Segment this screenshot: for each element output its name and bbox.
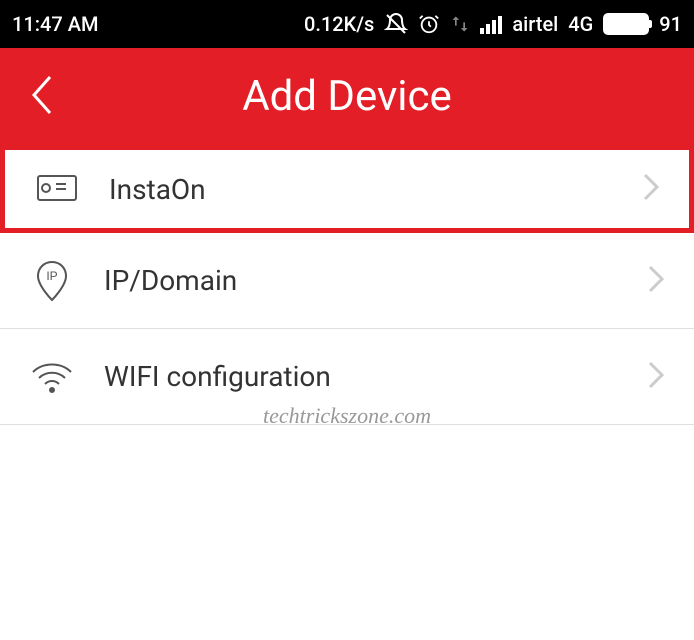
menu-label: WIFI configuration: [104, 360, 648, 393]
back-button[interactable]: [30, 73, 54, 121]
menu-item-ipdomain[interactable]: IP IP/Domain: [0, 233, 694, 329]
status-bar: 11:47 AM 0.12K/s airtel 4G 91: [0, 0, 694, 48]
chevron-right-icon: [643, 173, 659, 205]
data-speed: 0.12K/s: [304, 12, 374, 36]
status-left: 11:47 AM: [12, 12, 98, 36]
chevron-right-icon: [648, 361, 664, 393]
alarm-icon: [418, 13, 440, 35]
chevron-right-icon: [648, 265, 664, 297]
battery-percent: 91: [659, 12, 682, 36]
page-title: Add Device: [0, 72, 694, 121]
menu-item-wifi[interactable]: WIFI configuration: [0, 329, 694, 425]
ip-icon: IP: [30, 261, 74, 301]
menu-list: InstaOn IP IP/Domain: [0, 145, 694, 425]
instaon-icon: [35, 169, 79, 209]
menu-label: InstaOn: [109, 173, 643, 206]
mute-icon: [384, 12, 408, 36]
battery-icon: [603, 13, 649, 35]
status-right: 0.12K/s airtel 4G 91: [304, 12, 682, 36]
svg-text:IP: IP: [46, 269, 57, 283]
menu-item-instaon[interactable]: InstaOn: [0, 145, 694, 233]
menu-label: IP/Domain: [104, 264, 648, 297]
data-transfer-icon: [450, 14, 470, 34]
app-header: Add Device: [0, 48, 694, 145]
signal-icon: [480, 14, 502, 34]
network-label: 4G: [568, 12, 593, 36]
status-time: 11:47 AM: [12, 12, 98, 36]
wifi-icon: [30, 357, 74, 397]
carrier-label: airtel: [512, 12, 558, 36]
